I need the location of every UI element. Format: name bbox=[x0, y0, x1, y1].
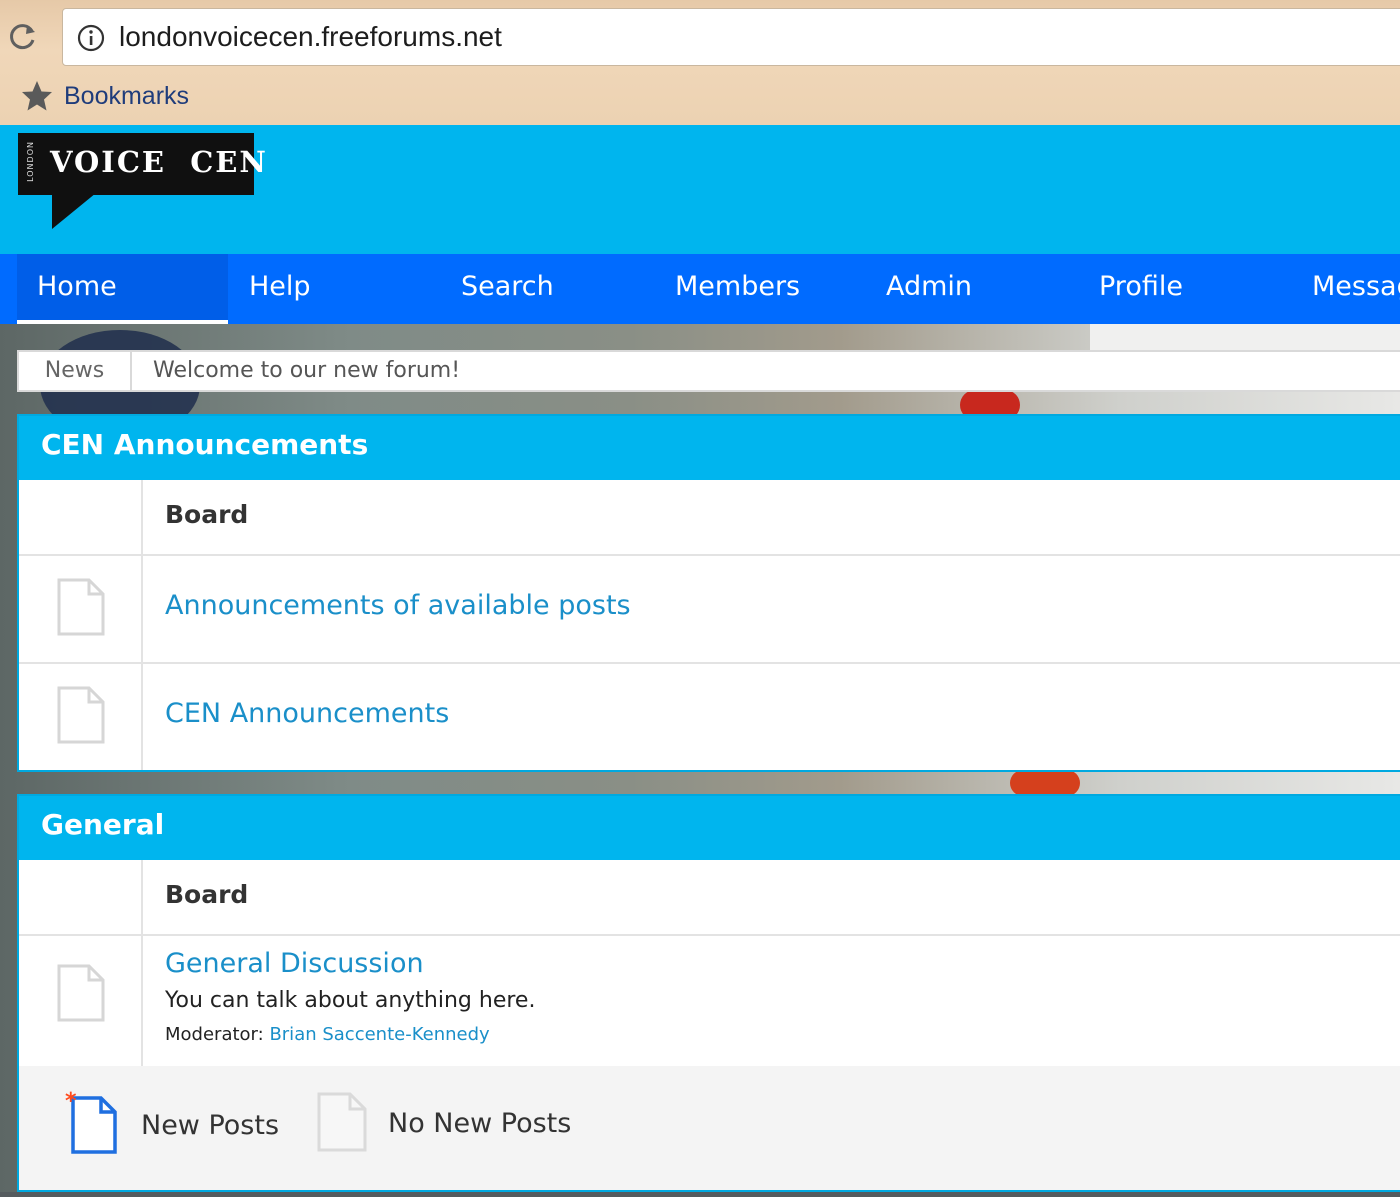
no-new-posts-icon bbox=[57, 964, 105, 1022]
new-posts-label: New Posts bbox=[141, 1110, 280, 1141]
board-moderator: Moderator: Brian Saccente-Kennedy bbox=[165, 1024, 490, 1045]
board-row: CEN Announcements bbox=[19, 662, 1400, 770]
bookmarks-label: Bookmarks bbox=[64, 81, 190, 110]
bookmarks-bar-item[interactable]: Bookmarks bbox=[20, 78, 189, 114]
board-row: General Discussion You can talk about an… bbox=[19, 934, 1400, 1068]
reload-icon[interactable] bbox=[6, 20, 40, 54]
category-header: General bbox=[19, 796, 1400, 860]
category-header: CEN Announcements bbox=[19, 416, 1400, 480]
page-bottom-strip bbox=[0, 1192, 1400, 1197]
board-column-header: Board bbox=[165, 880, 249, 909]
logo-text: VOICE CEN bbox=[50, 145, 268, 179]
logo-box: LONDON VOICE CEN bbox=[18, 133, 266, 195]
icon-column-header bbox=[19, 860, 143, 934]
background-shape bbox=[1090, 324, 1400, 350]
svg-text:*: * bbox=[65, 1090, 77, 1114]
site-logo[interactable]: LONDON VOICE CEN bbox=[18, 133, 266, 229]
category-title[interactable]: General bbox=[41, 808, 164, 841]
url-text[interactable]: londonvoicecen.freeforums.net bbox=[119, 21, 502, 53]
info-icon[interactable] bbox=[77, 24, 105, 52]
background-shape bbox=[1010, 770, 1080, 796]
icon-column-header bbox=[19, 480, 143, 554]
no-new-posts-label: No New Posts bbox=[388, 1108, 572, 1139]
nav-search[interactable]: Search bbox=[461, 254, 554, 324]
moderator-link[interactable]: Brian Saccente-Kennedy bbox=[269, 1024, 489, 1045]
board-link[interactable]: Announcements of available posts bbox=[165, 590, 631, 621]
moderator-label: Moderator: bbox=[165, 1024, 264, 1045]
browser-chrome: londonvoicecen.freeforums.net Bookmarks bbox=[0, 0, 1400, 125]
logo-speech-tail bbox=[52, 193, 96, 229]
board-column-header: Board bbox=[165, 500, 249, 529]
board-row: Announcements of available posts bbox=[19, 554, 1400, 662]
nav-admin[interactable]: Admin bbox=[886, 254, 972, 324]
site-header: LONDON VOICE CEN bbox=[0, 125, 1400, 254]
logo-side-text: LONDON bbox=[26, 141, 35, 182]
post-legend: * New Posts No New Posts bbox=[17, 1066, 1400, 1192]
new-posts-icon: * bbox=[65, 1090, 117, 1154]
nav-members[interactable]: Members bbox=[675, 254, 800, 324]
board-header-row: Board bbox=[19, 480, 1400, 554]
board-description: You can talk about anything here. bbox=[165, 988, 536, 1013]
board-icon-cell bbox=[19, 664, 143, 770]
nav-messages[interactable]: Messag bbox=[1312, 254, 1400, 324]
news-bar: News Welcome to our new forum! bbox=[17, 350, 1400, 392]
board-link[interactable]: CEN Announcements bbox=[165, 698, 449, 729]
news-label: News bbox=[19, 352, 132, 390]
star-icon bbox=[22, 81, 52, 111]
main-nav: Home Help Search Members Admin Profile M… bbox=[0, 254, 1400, 324]
category-title[interactable]: CEN Announcements bbox=[41, 428, 368, 461]
nav-help[interactable]: Help bbox=[249, 254, 311, 324]
category-cen-announcements: CEN Announcements Board Announcements of… bbox=[17, 414, 1400, 772]
board-header-row: Board bbox=[19, 860, 1400, 934]
category-general: General Board General Discussion You can… bbox=[17, 794, 1400, 1068]
no-new-posts-icon bbox=[317, 1092, 367, 1152]
no-new-posts-icon bbox=[57, 686, 105, 744]
nav-home[interactable]: Home bbox=[17, 254, 228, 324]
news-text: Welcome to our new forum! bbox=[153, 358, 461, 383]
board-link[interactable]: General Discussion bbox=[165, 948, 424, 979]
address-bar[interactable]: londonvoicecen.freeforums.net bbox=[62, 8, 1400, 66]
board-icon-cell bbox=[19, 936, 143, 1068]
board-icon-cell bbox=[19, 556, 143, 662]
nav-profile[interactable]: Profile bbox=[1099, 254, 1183, 324]
no-new-posts-icon bbox=[57, 578, 105, 636]
